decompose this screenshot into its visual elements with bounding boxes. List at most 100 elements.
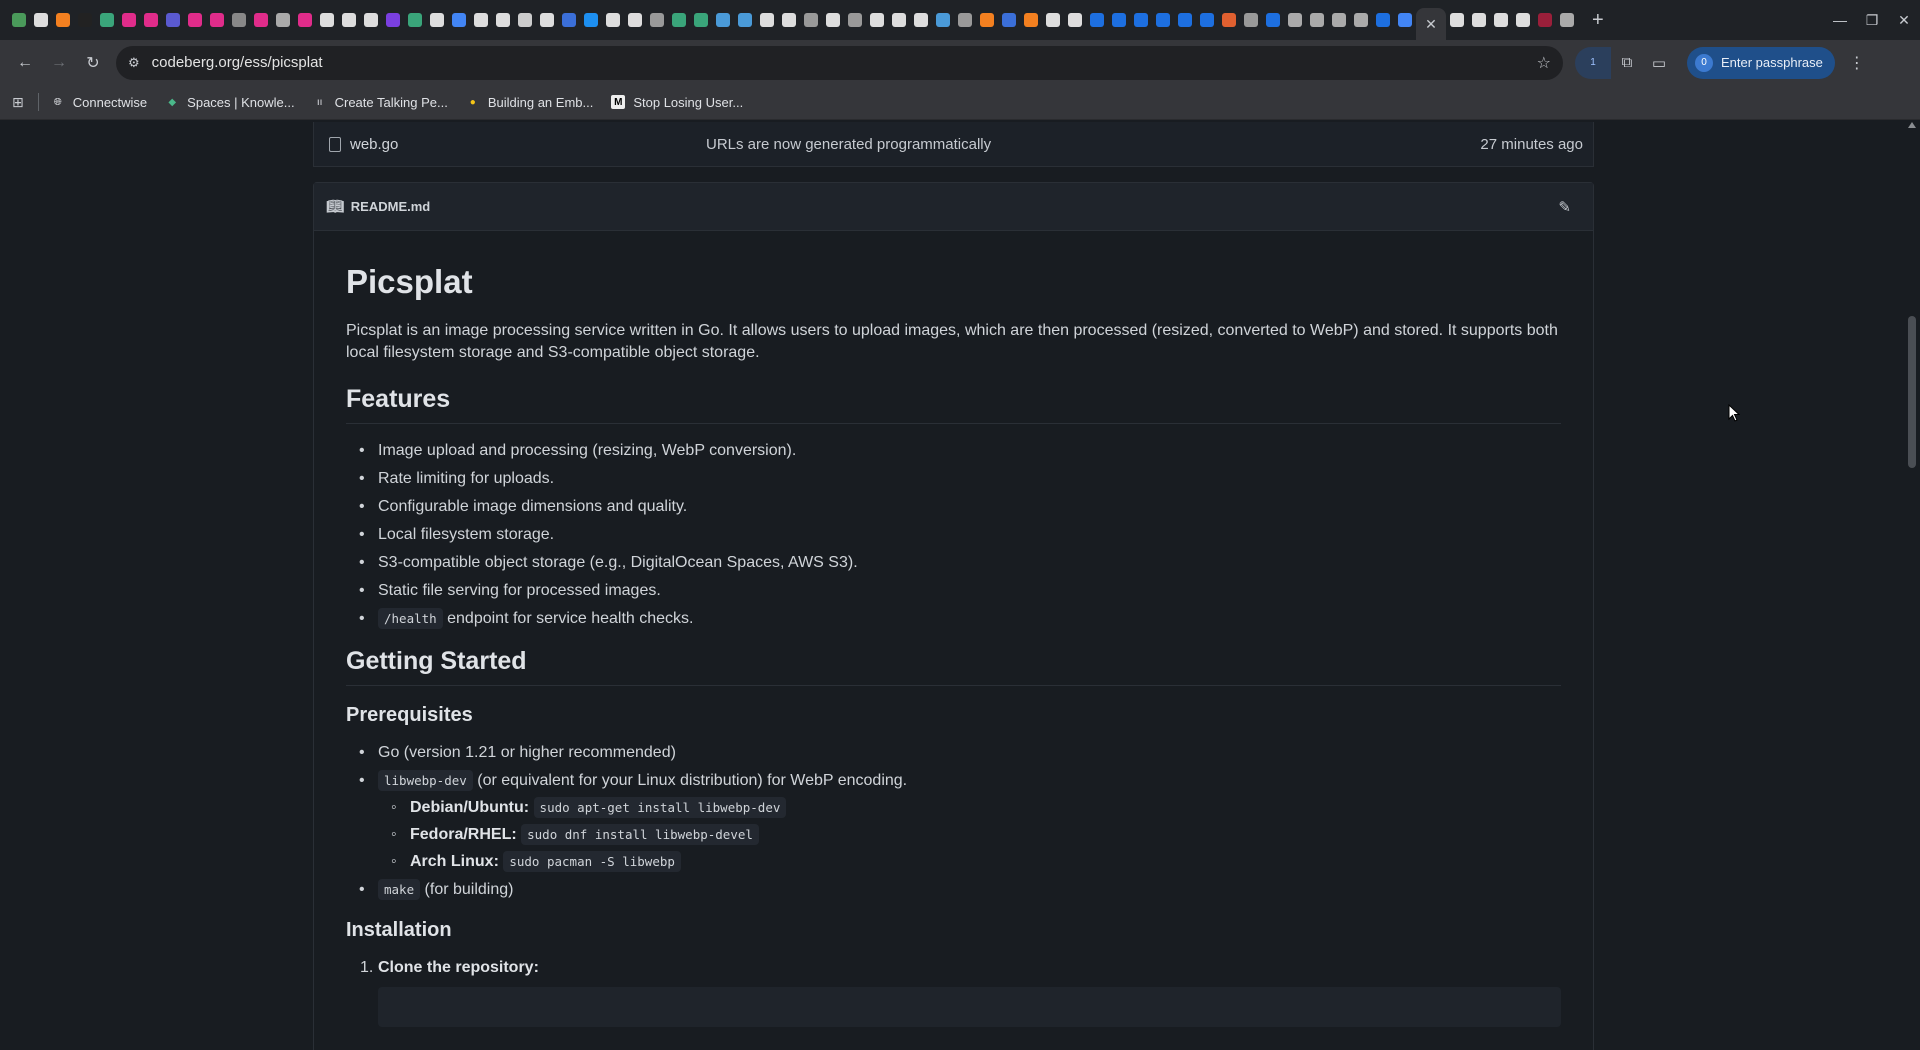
file-row[interactable]: web.go URLs are now generated programmat…: [313, 122, 1594, 167]
tab-favicon[interactable]: [1112, 13, 1126, 27]
tab-favicon[interactable]: [34, 13, 48, 27]
scrollbar-thumb[interactable]: [1908, 316, 1916, 468]
side-panel-icon[interactable]: ▭: [1643, 47, 1675, 79]
tab-favicon[interactable]: [1090, 13, 1104, 27]
tab-favicon[interactable]: [584, 13, 598, 27]
tab-favicon[interactable]: [760, 13, 774, 27]
tab-favicon[interactable]: [914, 13, 928, 27]
back-icon[interactable]: ←: [8, 46, 42, 80]
tab-favicon[interactable]: [1002, 13, 1016, 27]
bookmark-spaces[interactable]: ◆ Spaces | Knowle...: [165, 95, 294, 110]
forward-icon[interactable]: →: [42, 46, 76, 80]
tab-favicon[interactable]: [232, 13, 246, 27]
tab-favicon[interactable]: [56, 13, 70, 27]
tab-favicon[interactable]: [254, 13, 268, 27]
new-tab-icon[interactable]: +: [1592, 9, 1604, 32]
page-scrollbar[interactable]: [1904, 120, 1920, 1050]
tab-favicon[interactable]: [958, 13, 972, 27]
tab-favicon[interactable]: [1046, 13, 1060, 27]
tab-favicon[interactable]: [144, 13, 158, 27]
site-info-icon[interactable]: ⚙: [128, 55, 140, 71]
tab-favicon[interactable]: [1516, 13, 1530, 27]
tab-favicon[interactable]: [78, 13, 92, 27]
bookmark-building[interactable]: ● Building an Emb...: [466, 95, 594, 110]
tab-favicon[interactable]: [738, 13, 752, 27]
tab-favicon[interactable]: [210, 13, 224, 27]
tab-favicon[interactable]: [1332, 13, 1346, 27]
tab-favicon[interactable]: [1222, 13, 1236, 27]
tab-favicon[interactable]: [826, 13, 840, 27]
tab-favicon[interactable]: [518, 13, 532, 27]
tab-favicon[interactable]: [1472, 13, 1486, 27]
tab-favicon[interactable]: [980, 13, 994, 27]
bookmark-stop-losing[interactable]: M Stop Losing User...: [611, 95, 743, 110]
tab-favicon[interactable]: [540, 13, 554, 27]
file-name-text[interactable]: web.go: [350, 136, 398, 153]
bookmark-connectwise[interactable]: 🌐︎ Connectwise: [51, 95, 147, 110]
tab-favicon[interactable]: [1450, 13, 1464, 27]
tab-favicon[interactable]: [12, 13, 26, 27]
tab-favicon[interactable]: [100, 13, 114, 27]
tab-favicon[interactable]: [1494, 13, 1508, 27]
tab-favicon[interactable]: [1310, 13, 1324, 27]
tab-favicon[interactable]: [408, 13, 422, 27]
tab-favicon[interactable]: [188, 13, 202, 27]
tab-favicon[interactable]: [892, 13, 906, 27]
tab-favicon[interactable]: [650, 13, 664, 27]
active-tab[interactable]: ✕: [1416, 8, 1446, 40]
tab-favicon[interactable]: [342, 13, 356, 27]
tab-favicon[interactable]: [276, 13, 290, 27]
apps-grid-icon[interactable]: ⊞: [12, 94, 24, 111]
tab-favicon[interactable]: [166, 13, 180, 27]
restore-icon[interactable]: ❐: [1856, 12, 1888, 29]
tab-favicon[interactable]: [364, 13, 378, 27]
tab-favicon[interactable]: [1200, 13, 1214, 27]
tab-favicon[interactable]: [562, 13, 576, 27]
tab-favicon[interactable]: [474, 13, 488, 27]
minimize-icon[interactable]: —: [1824, 12, 1856, 28]
tab-favicon[interactable]: [122, 13, 136, 27]
tab-favicon[interactable]: [782, 13, 796, 27]
tab-favicon[interactable]: [1560, 13, 1574, 27]
tab-favicon[interactable]: [848, 13, 862, 27]
commit-message[interactable]: URLs are now generated programmatically: [706, 136, 991, 153]
tab-favicon[interactable]: [1288, 13, 1302, 27]
tab-favicon[interactable]: [320, 13, 334, 27]
window-close-icon[interactable]: ✕: [1888, 12, 1920, 29]
file-name[interactable]: web.go: [329, 136, 398, 153]
tab-favicon[interactable]: [1266, 13, 1280, 27]
tab-favicon[interactable]: [1156, 13, 1170, 27]
tab-favicon[interactable]: [936, 13, 950, 27]
tab-favicon[interactable]: [1068, 13, 1082, 27]
close-icon[interactable]: ✕: [1425, 16, 1437, 33]
extensions-icon[interactable]: ⧉: [1611, 47, 1643, 79]
tab-favicon[interactable]: [628, 13, 642, 27]
tab-favicon[interactable]: [1538, 13, 1552, 27]
bitwarden-extension-icon[interactable]: 1: [1575, 46, 1611, 79]
tab-favicon[interactable]: [606, 13, 620, 27]
bookmark-star-icon[interactable]: ☆: [1537, 53, 1551, 73]
tab-favicon[interactable]: [716, 13, 730, 27]
edit-pencil-icon[interactable]: ✎: [1558, 198, 1571, 216]
tab-favicon[interactable]: [430, 13, 444, 27]
tab-favicon[interactable]: [452, 13, 466, 27]
tab-favicon[interactable]: [672, 13, 686, 27]
tab-favicon[interactable]: [694, 13, 708, 27]
tab-favicon[interactable]: [1354, 13, 1368, 27]
reload-icon[interactable]: ↻: [76, 46, 110, 80]
readme-filename[interactable]: README.md: [351, 199, 430, 214]
tab-favicon[interactable]: [386, 13, 400, 27]
bookmark-talking[interactable]: ıı Create Talking Pe...: [313, 95, 448, 110]
tab-favicon[interactable]: [1376, 13, 1390, 27]
tab-favicon[interactable]: [1244, 13, 1258, 27]
tab-favicon[interactable]: [870, 13, 884, 27]
browser-menu-icon[interactable]: ⋮: [1849, 53, 1865, 73]
tab-favicon[interactable]: [496, 13, 510, 27]
enter-passphrase-button[interactable]: 0 Enter passphrase: [1687, 46, 1835, 79]
tab-favicon[interactable]: [1178, 13, 1192, 27]
tab-favicon[interactable]: [298, 13, 312, 27]
address-bar[interactable]: ⚙ codeberg.org/ess/picsplat ☆: [116, 45, 1563, 80]
tab-favicon[interactable]: [804, 13, 818, 27]
tab-favicon[interactable]: [1134, 13, 1148, 27]
tab-favicon[interactable]: [1024, 13, 1038, 27]
